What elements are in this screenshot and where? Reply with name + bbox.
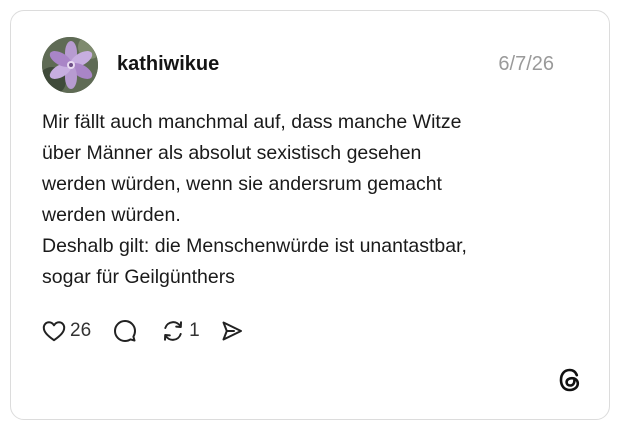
post-body-line: Mir fällt auch manchmal auf, dass manche… (42, 111, 462, 133)
post-body-line: werden würden. (42, 204, 181, 226)
post-actions: 26 1 (42, 314, 244, 348)
comment-button[interactable] (113, 314, 137, 348)
repost-button[interactable]: 1 (161, 314, 200, 348)
share-icon (222, 321, 242, 341)
avatar[interactable] (42, 37, 98, 93)
repost-icon (164, 321, 183, 341)
heart-icon (42, 321, 66, 342)
username[interactable]: kathiwikue (117, 52, 219, 76)
post-date: 6/7/26 (498, 53, 554, 75)
post-card: kathiwikue 6/7/26 Mir fällt auch manchma… (10, 10, 610, 420)
post-body-line: Deshalb gilt: die Menschenwürde ist unan… (42, 235, 467, 257)
threads-logo-icon[interactable] (557, 367, 583, 393)
like-button[interactable]: 26 (42, 314, 91, 348)
repost-count: 1 (189, 320, 200, 341)
share-button[interactable] (220, 314, 244, 348)
post-body-line: werden würden, wenn sie andersrum gemach… (42, 173, 442, 195)
post-body-line: über Männer als absolut sexistisch geseh… (42, 142, 422, 164)
post-body-line: sogar für Geilgünthers (42, 266, 235, 288)
like-count: 26 (70, 320, 92, 341)
comment-icon (114, 320, 137, 342)
post-body: Mir fällt auch manchmal auf, dass manche… (42, 107, 582, 293)
